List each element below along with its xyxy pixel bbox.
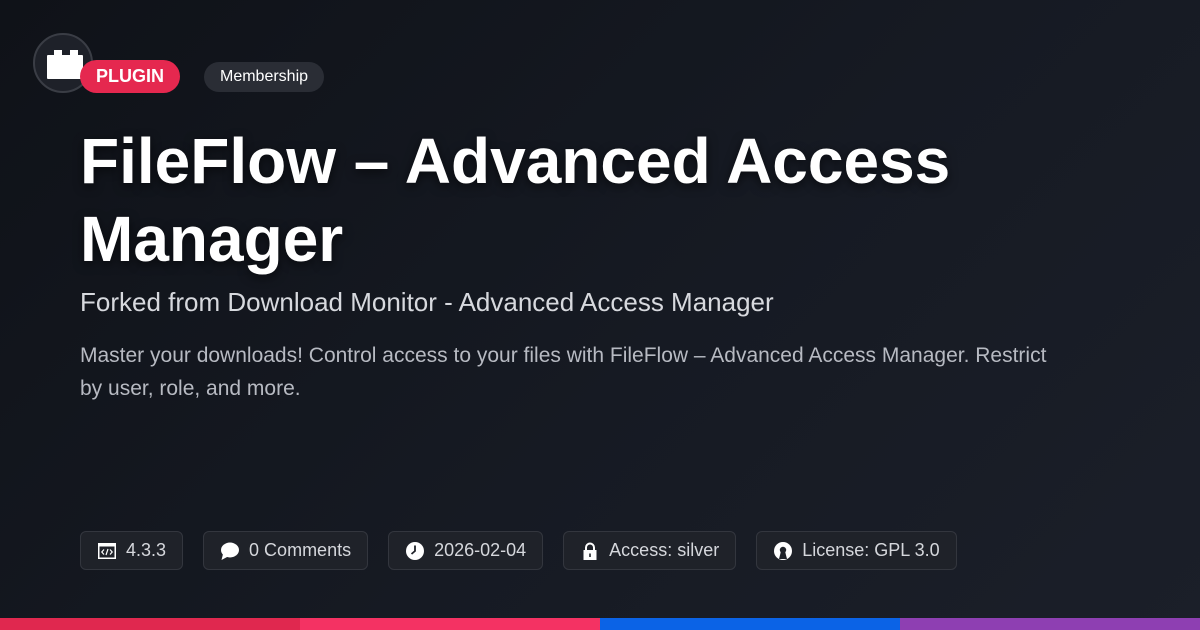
code-icon: [98, 542, 116, 559]
bottom-bar-segment: [600, 618, 900, 630]
bottom-color-bar: [0, 618, 1200, 630]
page-description: Master your downloads! Control access to…: [80, 344, 1047, 400]
access-pill: Access: silver: [563, 531, 737, 570]
access-text: Access: silver: [609, 540, 720, 560]
date-text: 2026-02-04: [434, 540, 527, 560]
bottom-bar-segment: [0, 618, 300, 630]
version-pill: 4.3.3: [80, 531, 184, 570]
license-text: License: GPL 3.0: [802, 540, 940, 560]
clock-icon: [406, 541, 425, 560]
page-subtitle: Forked from Download Monitor - Advanced …: [80, 287, 774, 317]
category-badge[interactable]: Membership: [204, 62, 325, 92]
bottom-bar-segment: [900, 618, 1200, 630]
plugin-type-badge[interactable]: PLUGIN: [80, 60, 181, 93]
comments-pill[interactable]: 0 Comments: [203, 531, 369, 570]
page-title: FileFlow – Advanced Access Manager: [80, 125, 951, 275]
license-pill: License: GPL 3.0: [756, 531, 957, 570]
meta-row: 4.3.3 0 Comments 2026-02-04 Access: silv…: [80, 531, 957, 570]
comments-text: 0 Comments: [249, 540, 352, 560]
date-pill: 2026-02-04: [388, 531, 544, 570]
logo-box: [47, 55, 83, 79]
version-text: 4.3.3: [126, 540, 167, 560]
open-source-icon: [774, 541, 793, 560]
speech-bubble-icon: [221, 542, 240, 560]
bottom-bar-segment: [300, 618, 600, 630]
lock-icon: [583, 542, 597, 560]
